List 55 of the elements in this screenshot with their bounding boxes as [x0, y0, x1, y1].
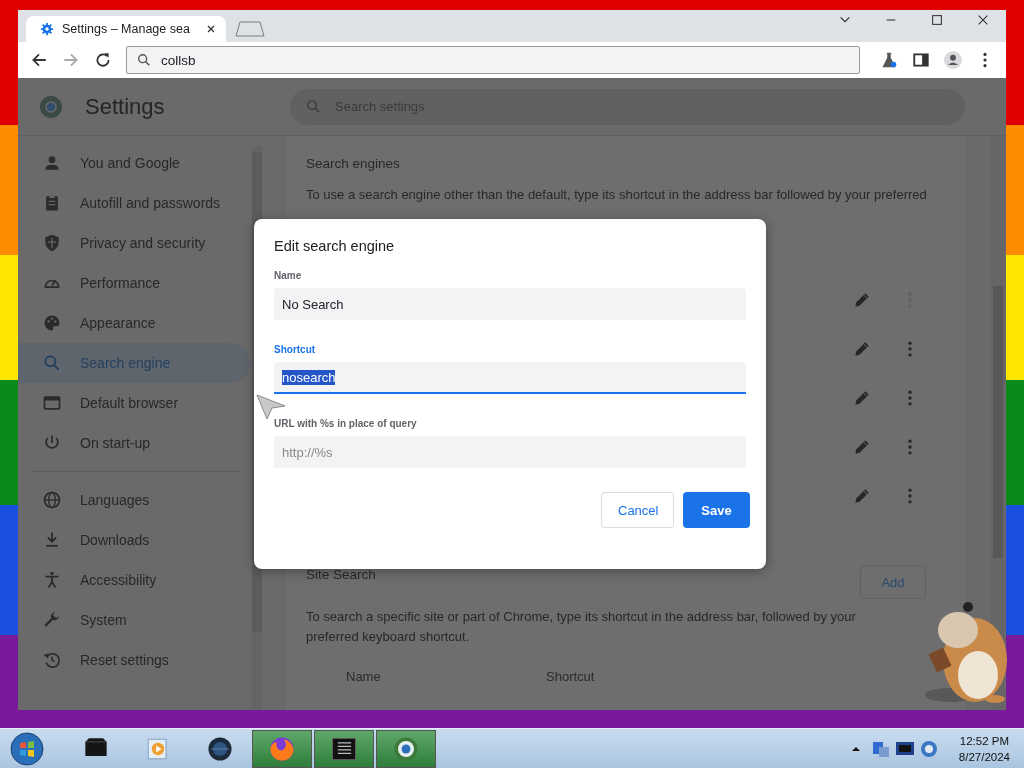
person-icon: [42, 153, 62, 173]
cancel-button[interactable]: Cancel: [601, 492, 674, 528]
shield-icon: [42, 233, 62, 253]
input-field[interactable]: http://%s: [274, 436, 746, 468]
sidebar-item[interactable]: System: [18, 600, 250, 640]
sidebar-item[interactable]: Search engine: [18, 343, 250, 383]
sidebar-item[interactable]: Languages: [18, 480, 250, 520]
sidebar-item[interactable]: Performance: [18, 263, 250, 303]
history-icon: [42, 650, 62, 670]
description-text: To use a search engine other than the default, type its shortcut in the address bar followed by your preferred: [306, 186, 928, 204]
close-icon[interactable]: [976, 13, 990, 27]
search-icon: [42, 353, 62, 373]
accessibility-icon: [42, 570, 62, 590]
page-title: Settings: [85, 93, 166, 120]
taskbar-button[interactable]: [314, 730, 374, 768]
address-bar[interactable]: collsb: [126, 46, 860, 74]
app-tray-icon[interactable]: [918, 739, 939, 759]
close-icon[interactable]: [206, 24, 216, 34]
field-label: URL with %s in place of query: [274, 418, 418, 429]
field-label: Shortcut: [274, 344, 317, 355]
sidebar-item[interactable]: On start-up: [18, 423, 250, 463]
add-button[interactable]: Add: [860, 565, 926, 599]
browser-tab[interactable]: Settings – Manage sea: [26, 16, 226, 42]
browser-window-icon: [42, 393, 62, 413]
taskbar-button[interactable]: [376, 730, 436, 768]
sidebar-item[interactable]: Autofill and passwords: [18, 183, 250, 223]
column-header: Shortcut: [546, 669, 596, 684]
section-title: Search engines: [306, 156, 401, 171]
start-button[interactable]: [10, 732, 44, 766]
field-label: Name: [274, 270, 303, 281]
sidebar-item[interactable]: Reset settings: [18, 640, 250, 680]
search-icon: [137, 53, 151, 67]
sidebar-item[interactable]: Accessibility: [18, 560, 250, 600]
browser-logo-icon: [39, 94, 63, 119]
tray-arrow-icon[interactable]: [850, 744, 861, 754]
sidebar-item[interactable]: You and Google: [18, 143, 250, 183]
sidebar-item[interactable]: Appearance: [18, 303, 250, 343]
save-button[interactable]: Save: [683, 492, 750, 528]
search-icon: [306, 99, 321, 114]
globe-icon: [42, 490, 62, 510]
sidebar-item[interactable]: Default browser: [18, 383, 250, 423]
sidebar-item[interactable]: Downloads: [18, 520, 250, 560]
section-title: Site Search: [306, 567, 376, 582]
tab-title: Settings – Manage sea: [62, 22, 191, 36]
sidebar-item[interactable]: Privacy and security: [18, 223, 250, 263]
input-field[interactable]: nosearch: [274, 362, 746, 394]
input-field[interactable]: No Search: [274, 288, 746, 320]
column-header: Name: [346, 669, 382, 684]
maximize-icon[interactable]: [930, 13, 944, 27]
clock[interactable]: 12:52 PM 8/27/2024: [958, 733, 1010, 765]
dialog-title: Edit search engine: [274, 238, 396, 254]
cursor-icon: [256, 394, 286, 420]
palette-icon: [42, 313, 62, 333]
description-text: To search a specific site or part of Chrome, type its shortcut in the address bar, followed by your preferred keyboard shortcut.: [306, 608, 857, 646]
gear-icon: [40, 22, 54, 36]
